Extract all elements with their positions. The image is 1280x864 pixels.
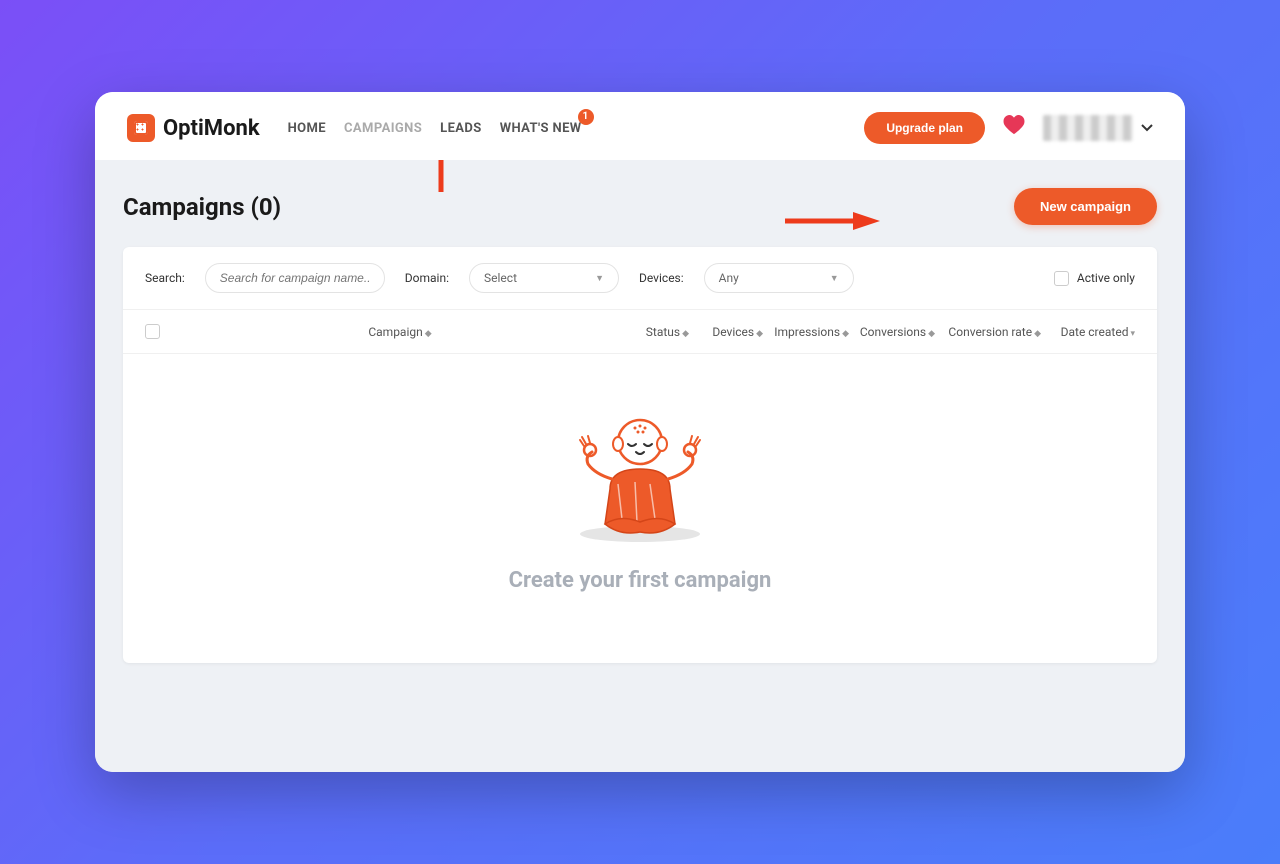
main-nav: HOME CAMPAIGNS LEADS WHAT'S NEW 1 xyxy=(288,113,582,144)
sort-icon: ◆ xyxy=(842,329,849,339)
header-right: Upgrade plan xyxy=(864,112,1153,144)
page-title: Campaigns (0) xyxy=(123,193,281,221)
col-status[interactable]: Status◆ xyxy=(629,325,689,339)
active-only-label: Active only xyxy=(1077,271,1135,285)
devices-value: Any xyxy=(719,271,739,285)
select-all-checkbox[interactable] xyxy=(145,324,160,339)
active-only-filter[interactable]: Active only xyxy=(1054,271,1135,286)
sort-icon: ◆ xyxy=(928,329,935,339)
campaigns-panel: Search: Domain: Select ▼ Devices: Any ▼ … xyxy=(123,247,1157,663)
table-header: Campaign◆ Status◆ Devices◆ Impressions◆ … xyxy=(123,310,1157,354)
logo[interactable]: OptiMonk xyxy=(127,114,260,142)
devices-label: Devices: xyxy=(639,271,684,285)
col-conversion-rate[interactable]: Conversion rate◆ xyxy=(943,325,1041,339)
col-impressions[interactable]: Impressions◆ xyxy=(771,325,849,339)
nav-campaigns[interactable]: CAMPAIGNS xyxy=(344,113,422,144)
account-menu[interactable] xyxy=(1043,115,1153,141)
app-window: OptiMonk HOME CAMPAIGNS LEADS WHAT'S NEW… xyxy=(95,92,1185,772)
content-area: Campaigns (0) New campaign Search: Domai… xyxy=(95,160,1185,772)
search-input[interactable] xyxy=(205,263,385,293)
domain-value: Select xyxy=(484,271,517,285)
sort-icon: ◆ xyxy=(425,329,432,339)
app-header: OptiMonk HOME CAMPAIGNS LEADS WHAT'S NEW… xyxy=(95,92,1185,160)
col-campaign[interactable]: Campaign◆ xyxy=(179,325,621,339)
sort-icon: ◆ xyxy=(756,329,763,339)
nav-whatsnew-label: WHAT'S NEW xyxy=(500,121,582,136)
search-label: Search: xyxy=(145,271,185,285)
active-only-checkbox[interactable] xyxy=(1054,271,1069,286)
new-campaign-button[interactable]: New campaign xyxy=(1014,188,1157,225)
empty-state: Create your first campaign xyxy=(123,354,1157,663)
sort-icon: ▾ xyxy=(1130,329,1135,339)
empty-state-message: Create your first campaign xyxy=(143,568,1137,593)
page-head: Campaigns (0) New campaign xyxy=(123,188,1157,225)
col-date-created[interactable]: Date created▾ xyxy=(1049,325,1135,339)
nav-whatsnew[interactable]: WHAT'S NEW 1 xyxy=(500,113,582,144)
caret-down-icon: ▼ xyxy=(830,273,839,284)
account-name-blurred xyxy=(1043,115,1133,141)
meditating-monk-illustration xyxy=(540,394,740,548)
nav-leads[interactable]: LEADS xyxy=(440,113,482,144)
upgrade-plan-button[interactable]: Upgrade plan xyxy=(864,112,985,144)
nav-home[interactable]: HOME xyxy=(288,113,326,144)
logo-icon xyxy=(127,114,155,142)
col-devices[interactable]: Devices◆ xyxy=(697,325,763,339)
sort-icon: ◆ xyxy=(1034,329,1041,339)
chevron-down-icon xyxy=(1141,120,1153,136)
domain-select[interactable]: Select ▼ xyxy=(469,263,619,293)
brand-name: OptiMonk xyxy=(163,116,260,141)
caret-down-icon: ▼ xyxy=(595,273,604,284)
filter-bar: Search: Domain: Select ▼ Devices: Any ▼ … xyxy=(123,247,1157,310)
notification-badge: 1 xyxy=(578,109,594,125)
sort-icon: ◆ xyxy=(682,329,689,339)
domain-label: Domain: xyxy=(405,271,449,285)
col-conversions[interactable]: Conversions◆ xyxy=(857,325,935,339)
heart-icon[interactable] xyxy=(1003,115,1025,141)
devices-select[interactable]: Any ▼ xyxy=(704,263,854,293)
